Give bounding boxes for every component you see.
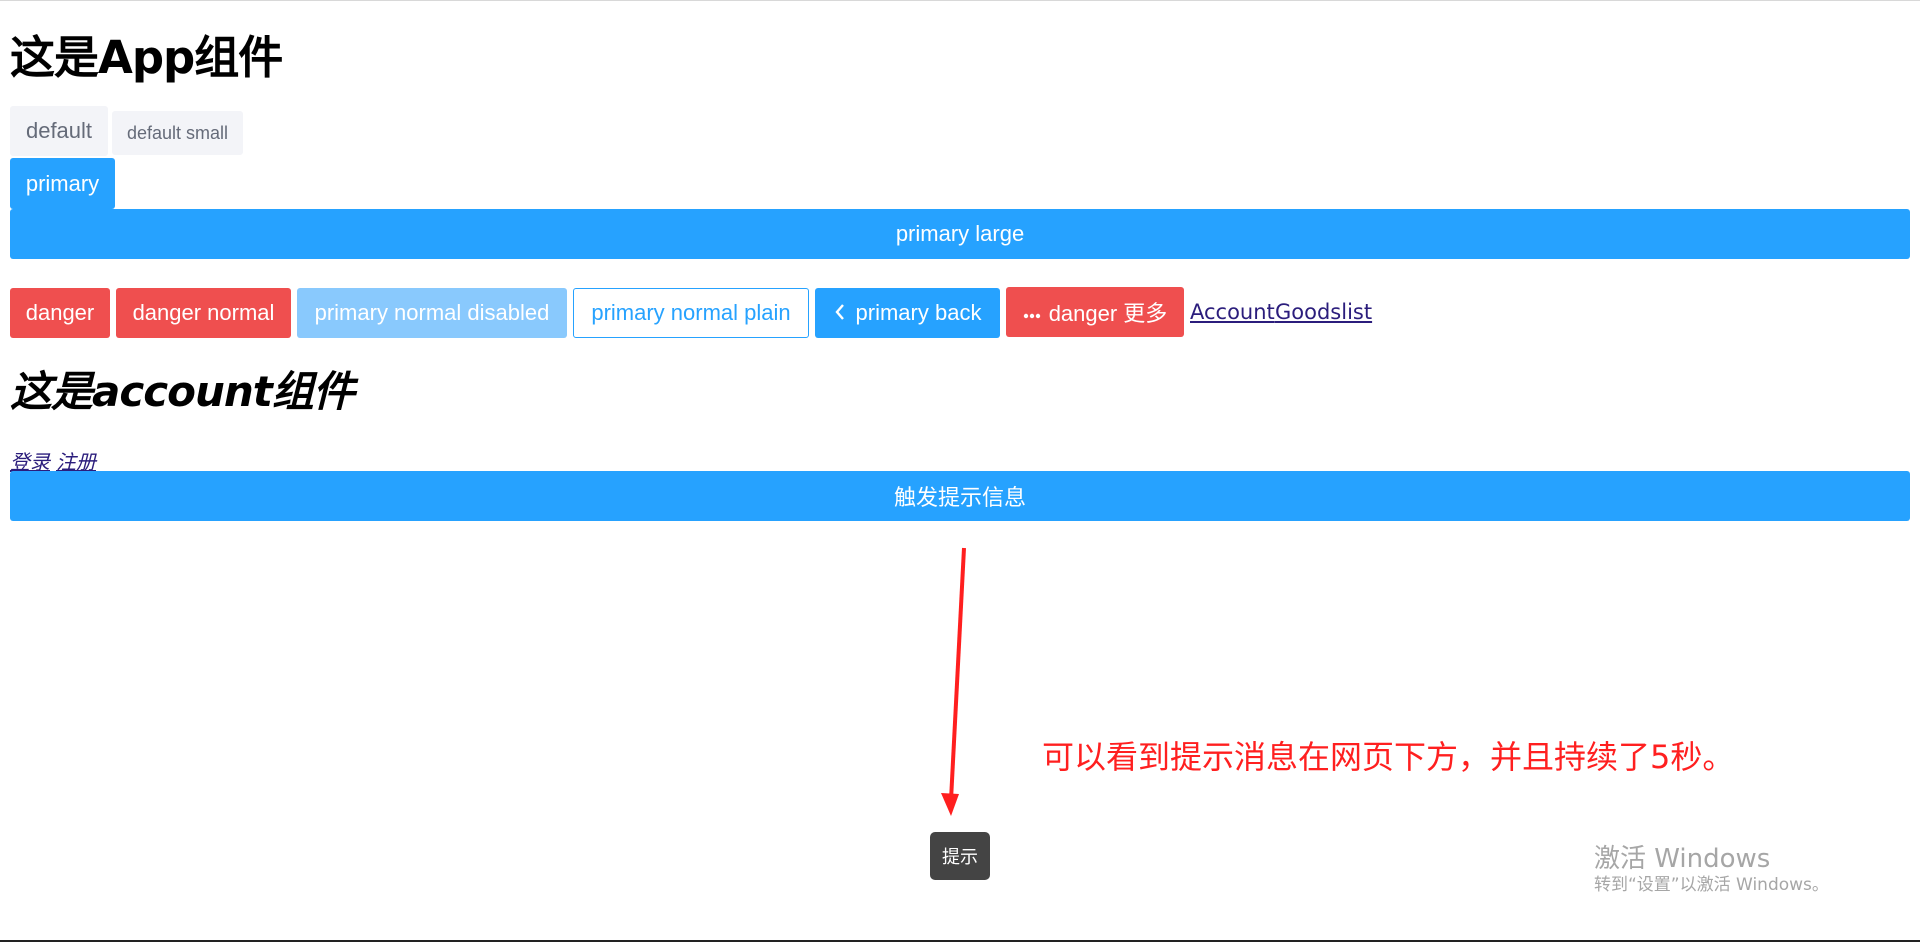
more-icon: [1023, 299, 1041, 325]
primary-button[interactable]: primary: [10, 158, 115, 209]
goodslist-link[interactable]: Goodslist: [1275, 300, 1372, 324]
annotation-text: 可以看到提示消息在网页下方，并且持续了5秒。: [1042, 738, 1735, 776]
primary-back-button[interactable]: primary back: [815, 288, 1000, 338]
danger-button[interactable]: danger: [10, 288, 110, 338]
chevron-left-icon: [834, 301, 846, 327]
primary-back-label: primary back: [855, 300, 982, 325]
default-small-button[interactable]: default small: [112, 111, 243, 155]
primary-normal-plain-button[interactable]: primary normal plain: [573, 288, 809, 338]
app-title: 这是App组件: [10, 31, 283, 84]
danger-normal-button[interactable]: danger normal: [116, 288, 291, 338]
primary-normal-disabled-button: primary normal disabled: [297, 288, 567, 338]
danger-more-button[interactable]: danger 更多: [1006, 287, 1184, 337]
primary-large-button[interactable]: primary large: [10, 209, 1910, 259]
toast-message: 提示: [930, 832, 990, 880]
account-title: 这是account组件: [10, 367, 355, 416]
danger-more-label: danger 更多: [1048, 301, 1168, 326]
account-link[interactable]: Account: [1190, 300, 1275, 324]
default-button[interactable]: default: [10, 106, 108, 156]
top-divider: [0, 0, 1920, 1]
trigger-toast-button[interactable]: 触发提示信息: [10, 471, 1910, 521]
windows-activation-subtitle: 转到“设置”以激活 Windows。: [1594, 875, 1829, 895]
annotation-arrow-icon: [941, 547, 966, 816]
